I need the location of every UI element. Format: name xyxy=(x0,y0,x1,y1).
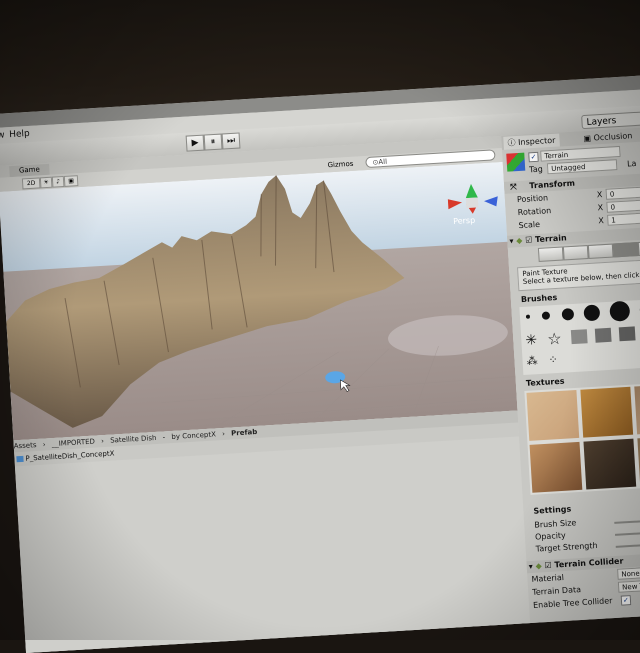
info-icon: ⓘ xyxy=(507,138,518,148)
scale-label: Scale xyxy=(518,220,540,230)
enable-tree-collider-label: Enable Tree Collider xyxy=(533,596,613,610)
brush-option[interactable] xyxy=(619,326,636,341)
step-button[interactable]: ⏭ xyxy=(222,132,241,149)
breadcrumb-satellite-dish[interactable]: Satellite Dish xyxy=(110,434,157,445)
unity-editor-window: w Help ▶ ⏸ ⏭ Layers Game 2D ☀ ♪ ▣ Gizmos… xyxy=(0,75,640,653)
breadcrumb-separator: › xyxy=(101,437,104,445)
tab-inspector[interactable]: ⓘ Inspector xyxy=(503,134,560,150)
brush-size-label: Brush Size xyxy=(534,518,577,529)
brush-option[interactable] xyxy=(542,311,550,319)
breadcrumb-separator: › xyxy=(42,441,45,449)
breadcrumb-assets[interactable]: Assets xyxy=(14,441,37,450)
expand-arrow-icon: ▾ xyxy=(527,562,534,571)
gizmos-dropdown[interactable]: Gizmos xyxy=(327,159,353,171)
expand-arrow-icon: ▾ xyxy=(507,236,514,245)
textures-grid xyxy=(524,382,640,495)
raise-lower-tool[interactable] xyxy=(538,246,564,261)
position-label: Position xyxy=(517,193,549,204)
brush-option[interactable] xyxy=(571,329,588,344)
tab-occlusion[interactable]: ▣ Occlusion xyxy=(579,129,637,145)
enable-tree-collider-checkbox[interactable]: ✓ xyxy=(621,595,632,606)
scene-viewport[interactable]: Persp xyxy=(0,162,518,441)
terrain-data-label: Terrain Data xyxy=(532,585,581,597)
brush-option[interactable]: ⁂ xyxy=(526,354,538,368)
opacity-slider[interactable] xyxy=(615,530,640,536)
breadcrumb-prefab[interactable]: Prefab xyxy=(231,428,258,438)
lighting-icon[interactable]: ☀ xyxy=(40,177,53,189)
collider-enabled-icon: ☑ xyxy=(544,561,552,570)
tab-inspector-label: Inspector xyxy=(518,136,556,147)
terrain-collider-title: Terrain Collider xyxy=(554,556,623,569)
effects-icon[interactable]: ▣ xyxy=(64,175,79,187)
prefab-icon xyxy=(16,456,23,462)
tab-occlusion-label: Occlusion xyxy=(593,131,632,142)
target-strength-slider[interactable] xyxy=(616,542,640,548)
paint-height-tool[interactable] xyxy=(563,245,589,260)
menu-help[interactable]: Help xyxy=(9,126,30,143)
texture-option[interactable] xyxy=(583,439,636,490)
paint-texture-info: Paint Texture Select a texture below, th… xyxy=(517,259,640,292)
menu-window[interactable]: w xyxy=(0,127,5,143)
audio-icon[interactable]: ♪ xyxy=(52,176,65,188)
brushes-grid: ✳ ☆ ⁂ ⁘ xyxy=(519,298,640,375)
target-strength-label: Target Strength xyxy=(535,541,597,554)
pause-button[interactable]: ⏸ xyxy=(204,134,223,151)
breadcrumb-conceptx[interactable]: by ConceptX xyxy=(171,430,216,441)
gameobject-icon xyxy=(506,153,525,172)
tag-label: Tag xyxy=(529,165,543,175)
layer-label: La xyxy=(627,159,637,169)
project-body xyxy=(15,436,531,653)
collider-icon: ◆ xyxy=(535,561,542,570)
rotation-label: Rotation xyxy=(518,206,552,217)
scale-x-label: X xyxy=(598,216,604,225)
texture-option[interactable] xyxy=(526,390,579,441)
breadcrumb-imported[interactable]: __IMPORTED xyxy=(52,438,96,449)
scale-x-field[interactable]: 1 xyxy=(607,212,640,226)
brush-option[interactable] xyxy=(526,315,530,319)
brush-option[interactable] xyxy=(595,328,612,343)
star-brush-icon[interactable]: ☆ xyxy=(547,329,562,349)
textures-label: Textures xyxy=(526,377,565,388)
breadcrumb-separator: - xyxy=(162,433,165,441)
scene-view-panel: Game 2D ☀ ♪ ▣ Gizmos ⊙All xyxy=(0,136,518,440)
texture-option[interactable] xyxy=(580,387,633,438)
persp-label[interactable]: Persp xyxy=(453,216,475,226)
paint-texture-tool[interactable] xyxy=(613,242,639,257)
transform-title: Transform xyxy=(519,179,575,191)
mode-2d-toggle[interactable]: 2D xyxy=(22,177,41,189)
rotation-x-label: X xyxy=(597,203,603,212)
smooth-height-tool[interactable] xyxy=(588,244,614,259)
layers-dropdown[interactable]: Layers xyxy=(581,111,640,129)
texture-option[interactable] xyxy=(634,384,640,434)
rotation-x-field[interactable]: 0 xyxy=(606,199,640,213)
position-x-field[interactable]: 0 xyxy=(606,186,640,200)
opacity-label: Opacity xyxy=(535,531,566,542)
settings-label: Settings xyxy=(533,504,571,515)
brush-size-slider[interactable] xyxy=(614,518,640,524)
brush-option[interactable]: ⁘ xyxy=(548,353,558,367)
terrain-title: Terrain xyxy=(535,233,567,244)
project-panel: Assets › __IMPORTED › Satellite Dish - b… xyxy=(13,410,530,653)
brush-option[interactable] xyxy=(562,308,575,321)
occlusion-icon: ▣ xyxy=(583,133,594,143)
brushes-label: Brushes xyxy=(521,293,558,304)
position-x-label: X xyxy=(597,190,603,199)
breadcrumb-separator: › xyxy=(222,430,225,438)
brush-option[interactable] xyxy=(583,304,600,321)
terrain-render xyxy=(0,162,518,441)
texture-option[interactable] xyxy=(530,442,583,493)
material-label: Material xyxy=(531,573,564,584)
brush-option[interactable]: ✳ xyxy=(525,332,538,349)
terrain-icon: ◆ xyxy=(516,236,523,245)
active-checkbox[interactable]: ✓ xyxy=(528,152,539,163)
terrain-enabled-icon: ☑ xyxy=(525,235,533,244)
transform-icon: ⤧ xyxy=(504,182,517,192)
brush-option[interactable] xyxy=(609,301,630,322)
play-button[interactable]: ▶ xyxy=(186,135,205,152)
